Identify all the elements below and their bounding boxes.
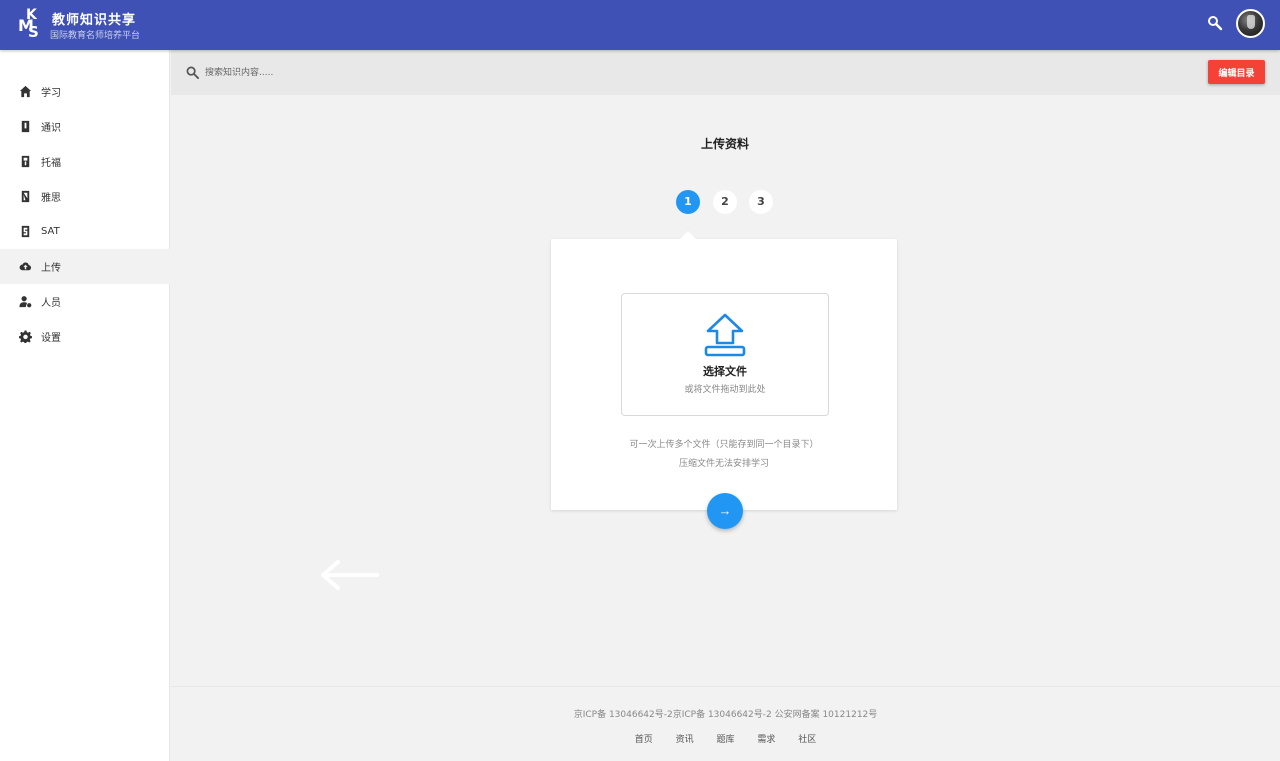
sidebar-item-general[interactable]: 通识 <box>0 109 170 144</box>
cloud-upload-icon <box>18 260 32 274</box>
sidebar-item-settings[interactable]: 设置 <box>0 319 170 354</box>
gear-icon <box>18 330 32 344</box>
sidebar-item-people[interactable]: 人员 <box>0 284 170 319</box>
logo-letter-s: S <box>28 23 39 41</box>
card-pointer <box>680 231 696 239</box>
sidebar-item-label: SAT <box>41 226 60 237</box>
step-2-indicator[interactable]: 2 <box>713 190 737 214</box>
sidebar-nav: 学习 通识 托福 雅思 SAT 上传 人员 设置 <box>0 74 170 354</box>
sidebar-item-label: 通识 <box>41 123 61 134</box>
footer-link-questions[interactable]: 题库 <box>716 735 734 745</box>
compression-note: 压缩文件无法安排学习 <box>678 459 769 469</box>
footer-link-community[interactable]: 社区 <box>798 735 816 745</box>
dropzone-subtitle: 或将文件拖动到此处 <box>684 385 766 395</box>
book-icon <box>18 120 32 134</box>
sidebar-item-label: 设置 <box>41 333 61 344</box>
edit-directory-button[interactable]: 编辑目录 <box>1208 60 1265 84</box>
sidebar-item-label: 上传 <box>41 263 61 274</box>
page-title: 上传资料 <box>700 137 749 151</box>
book-icon <box>18 155 32 169</box>
sidebar-item-upload[interactable]: 上传 <box>0 249 170 284</box>
next-step-button[interactable]: → <box>707 493 743 529</box>
sidebar-item-label: 学习 <box>41 88 61 99</box>
dropzone-title[interactable]: 选择文件 <box>621 363 829 379</box>
sidebar-item-toefl[interactable]: 托福 <box>0 144 170 179</box>
header-search-icon[interactable] <box>1207 15 1223 31</box>
step-3-indicator[interactable]: 3 <box>749 190 773 214</box>
sidebar: 学习 通识 托福 雅思 SAT 上传 人员 设置 <box>0 50 170 761</box>
page-footer: 京ICP备 13046642号-2京ICP备 13046642号-2 公安网备案… <box>171 686 1280 761</box>
sidebar-item-label: 托福 <box>41 158 61 169</box>
back-arrow-icon[interactable] <box>318 558 380 592</box>
sidebar-item-sat[interactable]: SAT <box>0 214 170 249</box>
footer-icp-text: 京ICP备 13046642号-2京ICP备 13046642号-2 公安网备案… <box>573 710 878 720</box>
sidebar-item-label: 雅思 <box>41 193 61 204</box>
book-icon <box>18 190 32 204</box>
app-subtitle: 国际教育名师培养平台 <box>50 31 141 41</box>
footer-links: 首页 资讯 题库 需求 社区 <box>171 732 1280 745</box>
search-input[interactable] <box>205 64 505 82</box>
footer-link-home[interactable]: 首页 <box>635 735 653 745</box>
upload-arrow-icon <box>704 313 746 357</box>
app-title[interactable]: 教师知识共享 <box>52 9 136 28</box>
footer-link-demand[interactable]: 需求 <box>757 735 775 745</box>
book-icon <box>18 225 32 239</box>
search-bar: 编辑目录 <box>171 50 1280 95</box>
user-settings-icon <box>18 295 32 309</box>
upload-note: 可一次上传多个文件（只能存到同一个目录下） <box>629 440 819 450</box>
search-icon <box>186 66 199 79</box>
footer-link-news[interactable]: 资讯 <box>676 735 694 745</box>
sidebar-item-ielts[interactable]: 雅思 <box>0 179 170 214</box>
home-icon <box>18 85 32 99</box>
step-1-indicator[interactable]: 1 <box>676 190 700 214</box>
kms-logo[interactable]: K M S <box>18 8 46 42</box>
sidebar-item-study[interactable]: 学习 <box>0 74 170 109</box>
app-header: K M S 教师知识共享 国际教育名师培养平台 <box>0 0 1280 50</box>
user-avatar[interactable] <box>1236 9 1265 38</box>
sidebar-item-label: 人员 <box>41 298 61 309</box>
